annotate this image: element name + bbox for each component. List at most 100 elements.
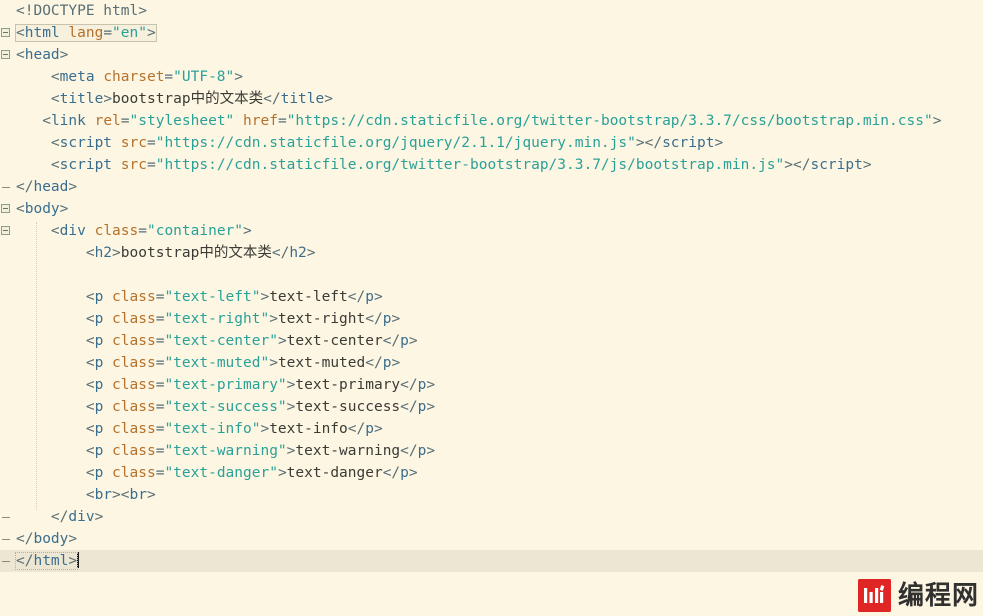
code-line[interactable]: </html> xyxy=(0,550,983,572)
token-tag: br xyxy=(94,487,113,503)
code-line[interactable]: <p class="text-warning">text-warning</p> xyxy=(0,440,983,462)
token-punc: = xyxy=(146,157,156,173)
token-attr: class xyxy=(112,289,156,305)
code-line-content: <!DOCTYPE html> xyxy=(16,3,147,19)
token-punc: </ xyxy=(16,531,34,547)
token-tag: body xyxy=(33,531,69,547)
code-line[interactable]: <head> xyxy=(0,44,983,66)
code-line-content: <link rel="stylesheet" href="https://cdn… xyxy=(42,113,941,129)
code-line-content: </html> xyxy=(14,552,79,570)
code-line[interactable]: <meta charset="UTF-8"> xyxy=(0,66,983,88)
token-punc: < xyxy=(85,333,95,349)
code-line[interactable]: </div> xyxy=(0,506,983,528)
token-punc: < xyxy=(85,465,95,481)
token-str: "text-left" xyxy=(164,289,261,305)
code-line[interactable]: <br><br> xyxy=(0,484,983,506)
token-punc: > xyxy=(59,47,69,63)
fold-end-icon xyxy=(2,517,10,518)
fold-start-icon[interactable] xyxy=(1,226,10,235)
code-line[interactable]: <script src="https://cdn.staticfile.org/… xyxy=(0,154,983,176)
code-line[interactable]: <title>bootstrap中的文本类</title> xyxy=(0,88,983,110)
token-punc: > xyxy=(714,135,724,151)
fold-start-icon[interactable] xyxy=(1,50,10,59)
code-lines-container[interactable]: <!DOCTYPE html> <html lang="en"> <head> <m… xyxy=(0,0,983,572)
code-line[interactable]: <body> xyxy=(0,198,983,220)
code-line[interactable]: <p class="text-success">text-success</p> xyxy=(0,396,983,418)
token-punc: < xyxy=(85,421,95,437)
token-tag: p xyxy=(94,333,104,349)
token-tag: p xyxy=(365,421,374,437)
token-tag: script xyxy=(59,157,113,173)
token-punc: > xyxy=(862,157,872,173)
code-line[interactable]: <p class="text-left">text-left</p> xyxy=(0,286,983,308)
code-line[interactable]: <h2>bootstrap中的文本类</h2> xyxy=(0,242,983,264)
code-line[interactable]: <p class="text-info">text-info</p> xyxy=(0,418,983,440)
code-line-content: <body> xyxy=(16,201,68,217)
token-str: "stylesheet" xyxy=(129,113,235,129)
token-punc: < xyxy=(50,157,60,173)
token-tag: h2 xyxy=(289,245,307,261)
token-tag: head xyxy=(24,47,60,63)
token-attr: class xyxy=(112,333,156,349)
token-punc: < xyxy=(85,355,95,371)
token-text: text-warning xyxy=(295,443,401,459)
token-tag: script xyxy=(59,135,113,151)
token-attr: href xyxy=(243,113,278,129)
token-punc: > xyxy=(373,289,383,305)
token-text: text-left xyxy=(269,289,348,305)
token-tag: p xyxy=(94,399,104,415)
token-punc: < xyxy=(85,487,95,503)
code-line[interactable]: <html lang="en"> xyxy=(0,22,983,44)
code-line[interactable]: <link rel="stylesheet" href="https://cdn… xyxy=(0,110,983,132)
token-punc: > xyxy=(426,399,436,415)
token-text: bootstrap中的文本类 xyxy=(120,245,272,261)
code-line[interactable]: <p class="text-center">text-center</p> xyxy=(0,330,983,352)
code-line[interactable]: <p class="text-danger">text-danger</p> xyxy=(0,462,983,484)
token-punc: </ xyxy=(400,443,418,459)
code-line-content: <script src="https://cdn.staticfile.org/… xyxy=(51,135,723,151)
code-editor[interactable]: <!DOCTYPE html> <html lang="en"> <head> <m… xyxy=(0,0,983,616)
token-punc: > xyxy=(260,421,270,437)
code-line[interactable]: <!DOCTYPE html> xyxy=(0,0,983,22)
fold-start-icon[interactable] xyxy=(1,204,10,213)
code-line[interactable]: </body> xyxy=(0,528,983,550)
token-punc: > xyxy=(306,245,316,261)
token-punc: < xyxy=(42,113,51,129)
code-line-content: <h2>bootstrap中的文本类</h2> xyxy=(86,245,316,261)
fold-start-icon[interactable] xyxy=(1,28,10,37)
token-punc: = xyxy=(120,113,130,129)
token-text: text-primary xyxy=(295,377,401,393)
code-line[interactable]: <div class="container"> xyxy=(0,220,983,242)
token-tag: title xyxy=(59,91,104,107)
code-line[interactable]: </head> xyxy=(0,176,983,198)
token-tag: head xyxy=(33,179,69,195)
code-line[interactable]: <p class="text-right">text-right</p> xyxy=(0,308,983,330)
token-str: "text-success" xyxy=(164,399,287,415)
code-line[interactable]: <script src="https://cdn.staticfile.org/… xyxy=(0,132,983,154)
code-line[interactable]: <p class="text-primary">text-primary</p> xyxy=(0,374,983,396)
code-line[interactable] xyxy=(0,264,983,286)
token-attr: class xyxy=(94,223,139,239)
code-line[interactable]: <p class="text-muted">text-muted</p> xyxy=(0,352,983,374)
token-str: "text-center" xyxy=(164,333,278,349)
token-str: "text-warning" xyxy=(164,443,287,459)
token-str: "https://cdn.staticfile.org/twitter-boot… xyxy=(286,113,933,129)
token-tag: p xyxy=(94,289,104,305)
code-line-content: <html lang="en"> xyxy=(15,24,157,42)
code-line-content: <title>bootstrap中的文本类</title> xyxy=(51,91,333,107)
code-line-content: </body> xyxy=(16,531,77,547)
